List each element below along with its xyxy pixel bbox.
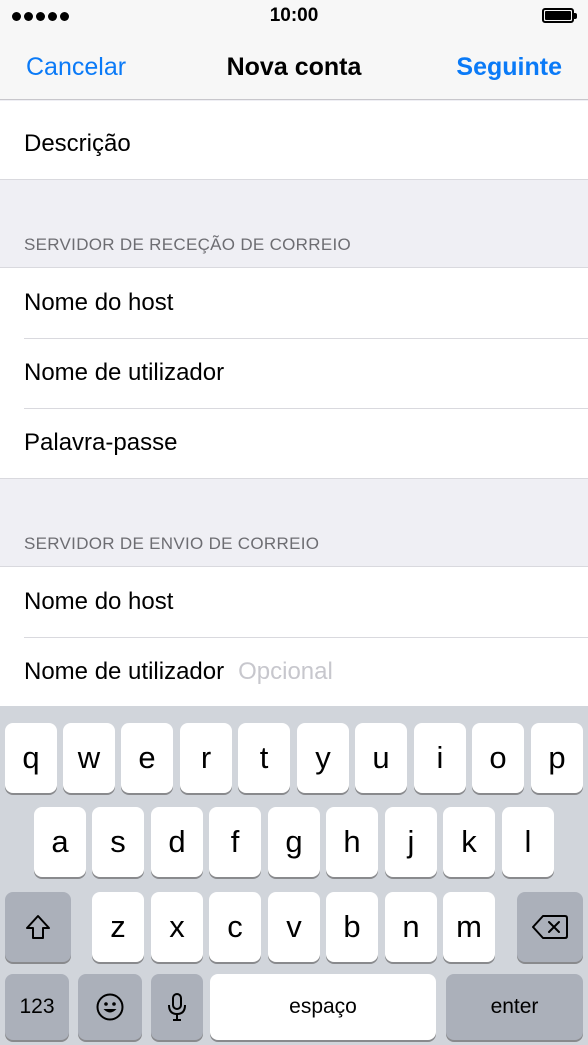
- key-c[interactable]: c: [209, 892, 261, 962]
- incoming-password-label: Palavra-passe: [24, 429, 178, 456]
- cancel-button[interactable]: Cancelar: [26, 34, 126, 100]
- incoming-server-header: SERVIDOR DE RECEÇÃO DE CORREIO: [24, 235, 352, 254]
- incoming-password-row[interactable]: Palavra-passe: [0, 408, 588, 478]
- outgoing-host-row[interactable]: Nome do host: [0, 567, 588, 637]
- key-i[interactable]: i: [414, 723, 466, 793]
- key-n[interactable]: n: [385, 892, 437, 962]
- key-u[interactable]: u: [355, 723, 407, 793]
- key-v[interactable]: v: [268, 892, 320, 962]
- key-h[interactable]: h: [326, 807, 378, 877]
- status-bar: 10:00: [0, 0, 588, 34]
- key-e[interactable]: e: [121, 723, 173, 793]
- incoming-server-group: Nome do host Nome de utilizador Palavra-…: [0, 267, 588, 479]
- numbers-key[interactable]: 123: [5, 974, 69, 1040]
- incoming-username-row[interactable]: Nome de utilizador: [0, 338, 588, 408]
- status-time: 10:00: [269, 5, 319, 26]
- backspace-icon: [532, 915, 568, 939]
- key-k[interactable]: k: [443, 807, 495, 877]
- outgoing-username-row[interactable]: Nome de utilizador: [0, 637, 588, 706]
- key-g[interactable]: g: [268, 807, 320, 877]
- key-r[interactable]: r: [180, 723, 232, 793]
- emoji-icon: [96, 993, 124, 1021]
- description-row[interactable]: Descrição: [0, 101, 588, 179]
- key-j[interactable]: j: [385, 807, 437, 877]
- enter-key[interactable]: enter: [446, 974, 583, 1040]
- description-group: Descrição: [0, 101, 588, 180]
- key-x[interactable]: x: [151, 892, 203, 962]
- key-o[interactable]: o: [472, 723, 524, 793]
- backspace-key[interactable]: [517, 892, 583, 962]
- outgoing-host-label: Nome do host: [24, 588, 174, 615]
- shift-icon: [26, 915, 50, 939]
- outgoing-username-label: Nome de utilizador: [24, 658, 225, 685]
- key-p[interactable]: p: [531, 723, 583, 793]
- incoming-host-field[interactable]: [187, 283, 588, 323]
- emoji-key[interactable]: [78, 974, 142, 1040]
- incoming-host-label: Nome do host: [24, 289, 174, 316]
- incoming-host-row[interactable]: Nome do host: [0, 268, 588, 338]
- space-key[interactable]: espaço: [210, 974, 436, 1040]
- outgoing-server-header: SERVIDOR DE ENVIO DE CORREIO: [24, 534, 320, 553]
- keyboard: q w e r t y u i o p a s d f g h j k l z …: [0, 706, 588, 1045]
- description-field[interactable]: [144, 124, 588, 164]
- shift-key[interactable]: [5, 892, 71, 962]
- key-l[interactable]: l: [502, 807, 554, 877]
- next-button[interactable]: Seguinte: [456, 34, 562, 100]
- key-f[interactable]: f: [209, 807, 261, 877]
- key-s[interactable]: s: [92, 807, 144, 877]
- incoming-password-field[interactable]: [191, 423, 588, 463]
- key-w[interactable]: w: [63, 723, 115, 793]
- key-d[interactable]: d: [151, 807, 203, 877]
- key-a[interactable]: a: [34, 807, 86, 877]
- battery-icon: [542, 8, 577, 23]
- navigation-bar: Cancelar Nova conta Seguinte: [0, 34, 588, 100]
- key-t[interactable]: t: [238, 723, 290, 793]
- description-label: Descrição: [24, 130, 131, 157]
- incoming-username-label: Nome de utilizador: [24, 359, 225, 386]
- outgoing-server-group: Nome do host Nome de utilizador: [0, 566, 588, 706]
- key-b[interactable]: b: [326, 892, 378, 962]
- microphone-icon: [168, 993, 186, 1021]
- key-y[interactable]: y: [297, 723, 349, 793]
- outgoing-host-field[interactable]: [187, 582, 588, 622]
- key-m[interactable]: m: [443, 892, 495, 962]
- dictation-key[interactable]: [151, 974, 203, 1040]
- account-form: Descrição SERVIDOR DE RECEÇÃO DE CORREIO…: [0, 101, 588, 706]
- page-title: Nova conta: [226, 53, 362, 81]
- incoming-username-field[interactable]: [238, 353, 588, 393]
- key-z[interactable]: z: [92, 892, 144, 962]
- key-q[interactable]: q: [5, 723, 57, 793]
- outgoing-username-field[interactable]: [238, 652, 588, 692]
